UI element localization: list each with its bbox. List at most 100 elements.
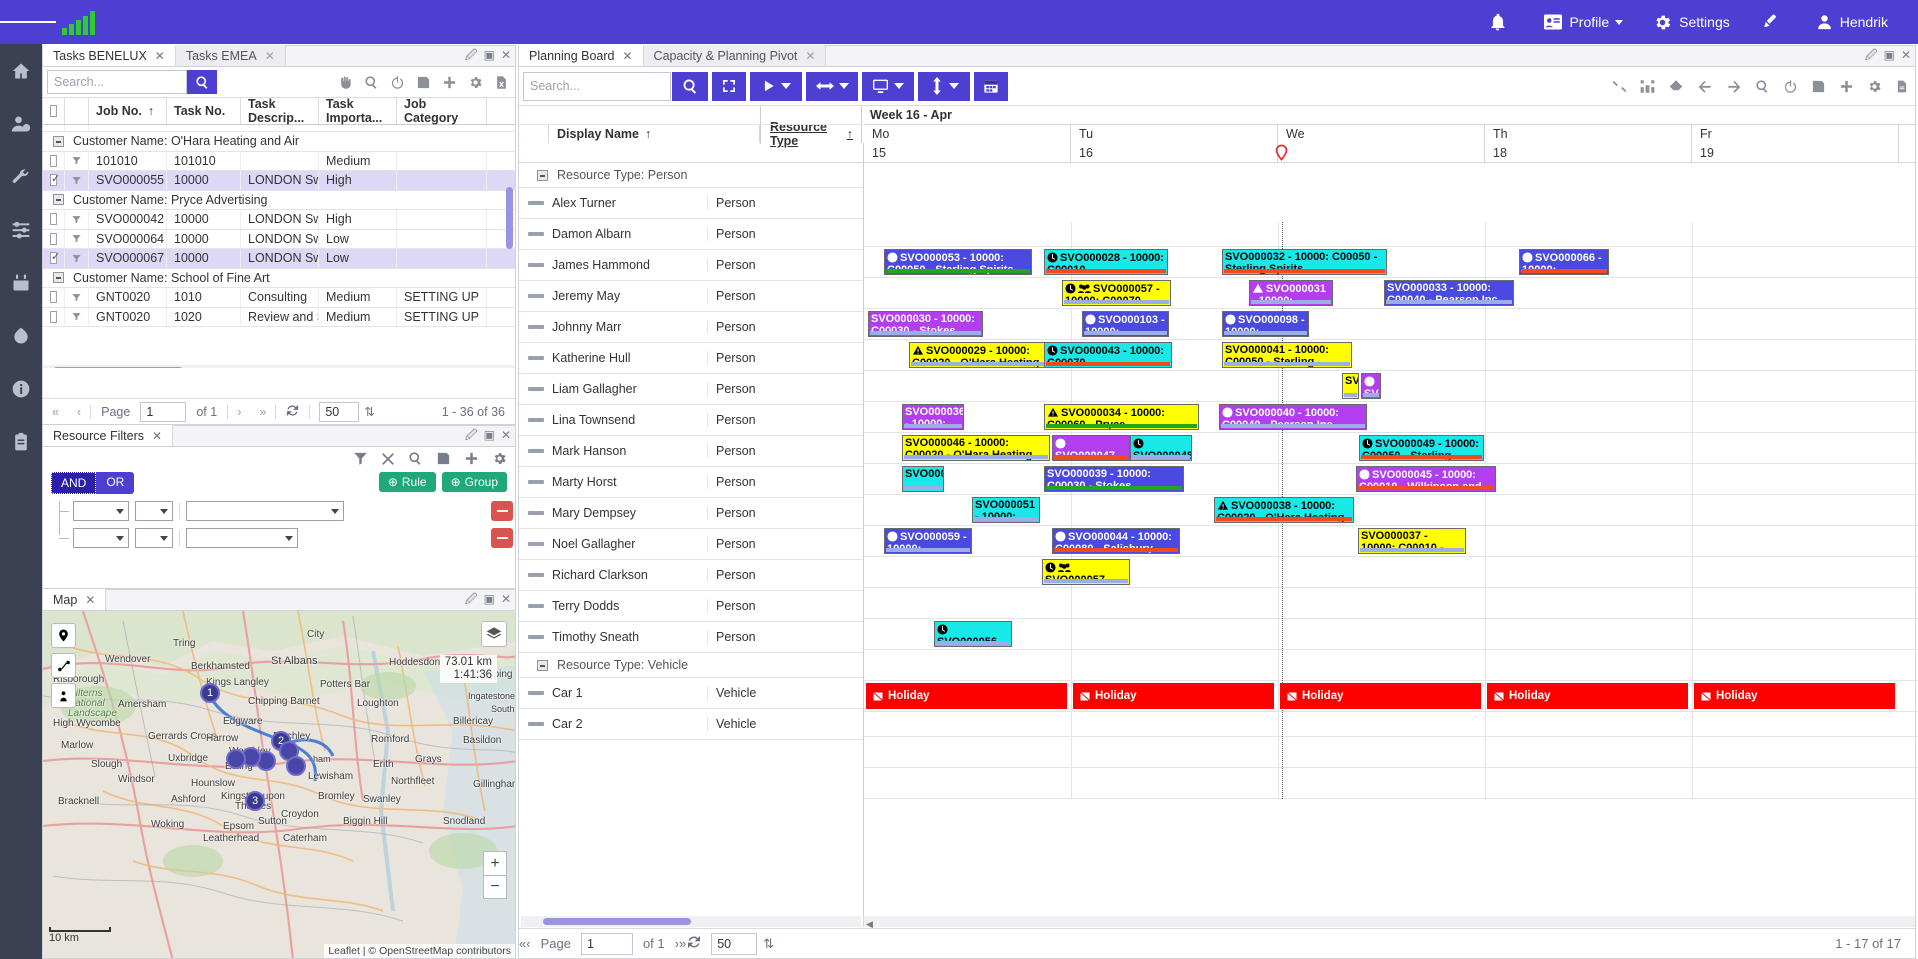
gantt-task-bar[interactable]: SVO000038 - 10000: C00020 - O'Hara Heati… [1214, 497, 1354, 523]
remove-rule-button[interactable] [491, 528, 513, 548]
resource-row[interactable]: Timothy SneathPerson [519, 622, 863, 653]
close-icon[interactable] [381, 452, 395, 466]
resource-row[interactable]: Car 1Vehicle [519, 678, 863, 709]
tab-planning-board[interactable]: Planning Board✕ [519, 45, 644, 66]
rule-value-select[interactable] [186, 528, 298, 548]
back-arrow-icon[interactable] [1697, 79, 1713, 94]
row-checkbox[interactable] [43, 288, 65, 307]
gantt-task-bar[interactable]: SVO000039 - 10000: C00030 - Stokes Educa… [1044, 466, 1184, 492]
clipboard-icon[interactable] [0, 415, 42, 468]
drag-handle-icon[interactable] [528, 480, 544, 484]
row-checkbox[interactable] [43, 308, 65, 327]
close-icon[interactable]: ✕ [1901, 49, 1911, 61]
profile-menu[interactable]: Profile [1544, 14, 1623, 30]
gantt-task-bar[interactable]: SVO000048 - [1130, 435, 1192, 461]
tab-tasks-benelux[interactable]: Tasks BENELUX✕ [43, 45, 176, 66]
gantt-task-bar[interactable]: SVO000051 - 10000: [972, 497, 1040, 523]
resource-row[interactable]: Car 2Vehicle [519, 709, 863, 740]
gear-icon[interactable] [468, 75, 483, 90]
resource-row[interactable]: Noel GallagherPerson [519, 529, 863, 560]
gantt-task-bar[interactable]: SVO000032 - 10000: C00050 - Sterling Spi… [1222, 249, 1387, 275]
checkbox[interactable] [50, 233, 57, 245]
drag-handle-icon[interactable] [528, 511, 544, 515]
map-marker-7[interactable]: 3 [245, 791, 265, 811]
row-checkbox[interactable] [43, 152, 65, 171]
gear-icon[interactable] [1867, 79, 1882, 94]
pdf-export-icon[interactable] [1895, 79, 1909, 94]
tab-capacity-planning-pivot[interactable]: Capacity & Planning Pivot✕ [644, 45, 827, 66]
timeline-row[interactable] [864, 402, 1918, 433]
checkbox[interactable] [50, 252, 57, 264]
column-header[interactable]: Task Importa... [319, 98, 397, 124]
gantt-task-bar[interactable]: SVO000044 - 10000: C00080 - Salisbury [1052, 528, 1180, 554]
row-checkbox[interactable] [43, 210, 65, 229]
table-row[interactable]: GNT00201010ConsultingMediumSETTING UP [43, 288, 515, 308]
locate-icon[interactable] [51, 683, 76, 708]
rule-operator-select[interactable] [135, 501, 173, 521]
timeline-hscrollbar[interactable]: ◀ [863, 916, 1915, 927]
minimize-icon[interactable]: ▣ [484, 593, 495, 605]
close-icon[interactable]: ✕ [265, 49, 275, 63]
resource-row[interactable]: Liam GallagherPerson [519, 374, 863, 405]
page-input[interactable]: 1 [581, 933, 633, 955]
column-header[interactable]: Task No. [167, 98, 241, 124]
wrench-icon[interactable] [0, 150, 42, 203]
table-row[interactable]: SVO00006410000LONDON Swive...Low [43, 230, 515, 250]
rule-operator-select[interactable] [135, 528, 173, 548]
timeline-pane[interactable]: SVO000053 - 10000: C00050 - Sterling Spi… [864, 222, 1918, 799]
holiday-bar[interactable]: Holiday [1487, 683, 1688, 709]
logic-toggle[interactable]: AND OR [51, 472, 134, 494]
resource-group-row[interactable]: Resource Type: Person [519, 163, 863, 188]
rule-value-select[interactable] [186, 501, 344, 521]
gantt-task-bar[interactable]: SVO000040 - 10000: C00040 - Pearson Inc. [1219, 404, 1367, 430]
checkbox[interactable] [50, 155, 57, 167]
row-filter-icon[interactable] [65, 288, 89, 307]
play-button[interactable] [750, 72, 802, 101]
minimize-icon[interactable]: ▣ [1884, 49, 1895, 61]
group-row[interactable]: Customer Name: Pryce Advertising [43, 191, 515, 211]
checkbox[interactable] [50, 291, 57, 303]
refresh-icon[interactable] [686, 934, 702, 953]
planning-search-button[interactable] [672, 72, 708, 101]
row-filter-icon[interactable] [65, 171, 89, 190]
drag-handle-icon[interactable] [528, 542, 544, 546]
row-filter-icon[interactable] [65, 210, 89, 229]
drag-handle-icon[interactable] [528, 263, 544, 267]
drag-handle-icon[interactable] [528, 356, 544, 360]
map-marker-1[interactable]: 1 [200, 683, 220, 703]
select-all-header[interactable] [43, 98, 65, 124]
close-icon[interactable]: ✕ [501, 49, 511, 61]
gantt-task-bar[interactable]: SVO000103 - 10000: [1082, 311, 1169, 337]
drag-handle-icon[interactable] [528, 232, 544, 236]
drag-handle-icon[interactable] [528, 387, 544, 391]
marker-icon[interactable] [51, 623, 76, 648]
zoom-in-button[interactable]: + [483, 851, 507, 875]
table-row[interactable]: GNT00201020Review and Sig...MediumSETTIN… [43, 308, 515, 328]
close-icon[interactable]: ✕ [85, 593, 95, 607]
gantt-task-bar[interactable]: SVO000053 - 10000: C00050 - Sterling Spi… [884, 249, 1032, 275]
vertical-zoom-button[interactable] [918, 72, 970, 101]
checkbox[interactable] [50, 174, 57, 186]
gantt-task-bar[interactable]: SVO000045 - 10000: C00010 - Wilkinson an… [1356, 466, 1496, 492]
logic-and-button[interactable]: AND [51, 472, 96, 494]
timeline-row[interactable] [864, 768, 1918, 799]
timeline-row[interactable] [864, 737, 1918, 768]
gantt-task-bar[interactable]: SVO000035 [902, 466, 944, 492]
drag-handle-icon[interactable] [528, 635, 544, 639]
first-page-button[interactable]: « [43, 405, 68, 419]
close-icon[interactable]: ✕ [152, 429, 162, 443]
resource-row[interactable]: Mark HansonPerson [519, 436, 863, 467]
row-filter-icon[interactable] [65, 230, 89, 249]
search-icon[interactable] [364, 75, 379, 90]
resource-row[interactable]: Alex TurnerPerson [519, 188, 863, 219]
gantt-task-bar[interactable]: SVO000057 - 10000: C00070 - [1042, 559, 1130, 585]
prev-page-button[interactable]: ‹ [68, 405, 90, 419]
user-menu[interactable]: Hendrik [1816, 13, 1888, 31]
close-icon[interactable]: ✕ [501, 593, 511, 605]
leaf-icon[interactable] [0, 309, 42, 362]
resource-group-row[interactable]: Resource Type: Vehicle [519, 653, 863, 678]
gantt-task-bar[interactable]: SVO000037 - 10000: C00010 - Wilkinson [1358, 528, 1466, 554]
column-header[interactable]: Job Category [397, 98, 487, 124]
resource-row[interactable]: Terry DoddsPerson [519, 591, 863, 622]
gear-icon[interactable] [492, 451, 507, 466]
